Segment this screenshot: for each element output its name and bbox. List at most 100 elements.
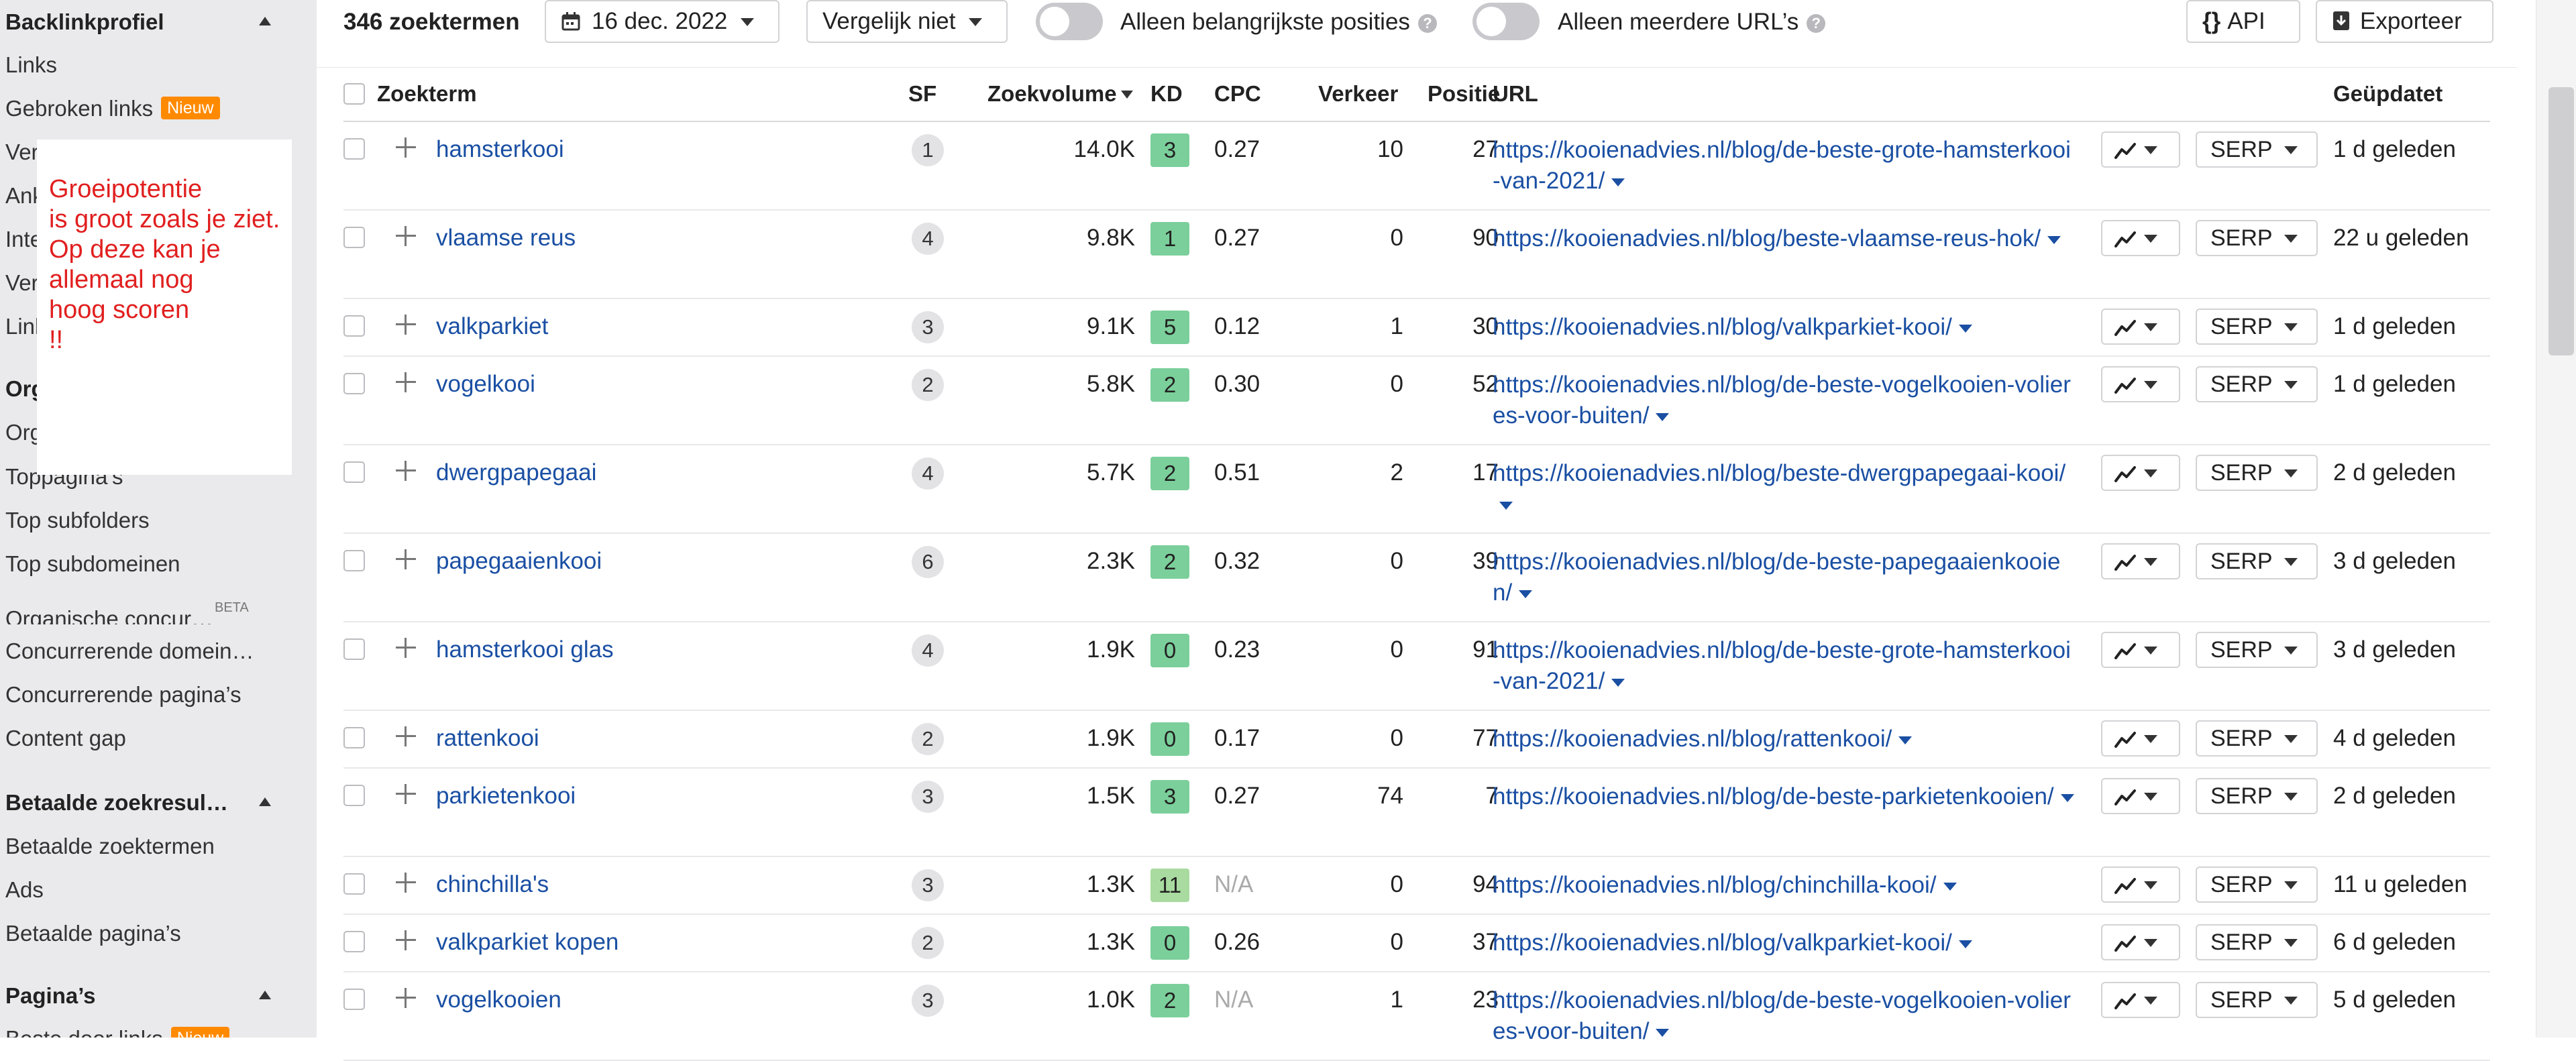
sidebar-item[interactable]: Gebroken links Nieuw	[5, 92, 274, 125]
main-positions-toggle[interactable]	[1036, 3, 1103, 40]
position-history-button[interactable]	[2101, 924, 2180, 960]
header-sf[interactable]: SF	[908, 67, 936, 121]
serp-button[interactable]: SERP	[2196, 220, 2318, 256]
chevron-down-icon[interactable]	[2060, 794, 2074, 802]
sf-count-badge[interactable]: 6	[912, 546, 944, 578]
serp-button[interactable]: SERP	[2196, 778, 2318, 814]
serp-button[interactable]: SERP	[2196, 982, 2318, 1018]
sf-count-badge[interactable]: 2	[912, 369, 944, 401]
url-link[interactable]: https://kooienadvies.nl/blog/de-beste-vo…	[1493, 987, 2071, 1044]
position-history-button[interactable]	[2101, 982, 2180, 1018]
multiple-urls-toggle[interactable]	[1472, 3, 1540, 40]
url-link[interactable]: https://kooienadvies.nl/blog/beste-vlaam…	[1493, 225, 2041, 252]
keyword-link[interactable]: hamsterkooi	[436, 122, 564, 177]
add-to-list-icon[interactable]	[394, 724, 418, 748]
sidebar-section-title[interactable]: Betaalde zoekresul…	[5, 786, 274, 820]
url-link[interactable]: https://kooienadvies.nl/blog/rattenkooi/	[1493, 726, 1892, 752]
chevron-down-icon[interactable]	[1611, 679, 1625, 687]
keyword-link[interactable]: chinchilla's	[436, 857, 549, 912]
header-url[interactable]: URL	[1493, 67, 1538, 121]
header-cpc[interactable]: CPC	[1214, 67, 1261, 121]
row-checkbox[interactable]	[343, 638, 365, 660]
add-to-list-icon[interactable]	[394, 928, 418, 952]
sidebar-item[interactable]: Organische concur… BETA	[5, 591, 274, 624]
add-to-list-icon[interactable]	[394, 986, 418, 1010]
row-checkbox[interactable]	[343, 873, 365, 895]
keyword-link[interactable]: papegaaienkooi	[436, 534, 602, 589]
help-icon[interactable]: ?	[1417, 14, 1437, 33]
sf-count-badge[interactable]: 2	[912, 927, 944, 959]
sf-count-badge[interactable]: 3	[912, 985, 944, 1017]
header-volume-wrap[interactable]: Zoekvolume	[987, 67, 1133, 121]
url-link[interactable]: https://kooienadvies.nl/blog/valkparkiet…	[1493, 314, 1952, 340]
sidebar-item[interactable]: Betaalde pagina’s	[5, 917, 274, 950]
sf-count-badge[interactable]: 3	[912, 869, 944, 901]
sf-count-badge[interactable]: 4	[912, 634, 944, 667]
keyword-link[interactable]: vogelkooi	[436, 357, 535, 412]
header-kd[interactable]: KD	[1150, 67, 1183, 121]
sidebar-item[interactable]: Betaalde zoektermen	[5, 830, 274, 863]
sidebar-item[interactable]: Beste door links Nieuw	[5, 1022, 274, 1038]
add-to-list-icon[interactable]	[394, 459, 418, 483]
chevron-down-icon[interactable]	[2047, 236, 2061, 244]
keyword-link[interactable]: vogelkooien	[436, 972, 561, 1027]
header-position[interactable]: Positie	[1428, 67, 1500, 121]
row-checkbox[interactable]	[343, 373, 365, 394]
add-to-list-icon[interactable]	[394, 871, 418, 895]
serp-button[interactable]: SERP	[2196, 924, 2318, 960]
api-button[interactable]: {} API	[2186, 0, 2300, 43]
position-history-button[interactable]	[2101, 309, 2180, 345]
keyword-link[interactable]: valkparkiet	[436, 299, 548, 354]
chevron-down-icon[interactable]	[1611, 178, 1625, 186]
row-checkbox[interactable]	[343, 785, 365, 806]
header-updated[interactable]: Geüpdatet	[2333, 67, 2443, 121]
serp-button[interactable]: SERP	[2196, 543, 2318, 579]
keyword-link[interactable]: vlaamse reus	[436, 211, 576, 266]
url-link[interactable]: https://kooienadvies.nl/blog/de-beste-vo…	[1493, 372, 2071, 429]
sidebar-item[interactable]: Content gap	[5, 722, 274, 755]
row-checkbox[interactable]	[343, 315, 365, 337]
collapse-icon[interactable]	[259, 797, 271, 806]
sidebar-section-title[interactable]: Backlinkprofiel	[5, 5, 274, 39]
position-history-button[interactable]	[2101, 867, 2180, 903]
sidebar-item[interactable]: Concurrerende pagina’s	[5, 678, 274, 712]
compare-dropdown[interactable]: Vergelijk niet	[806, 0, 1008, 43]
sidebar-item[interactable]: Top subdomeinen	[5, 547, 274, 581]
sf-count-badge[interactable]: 2	[912, 723, 944, 755]
chevron-down-icon[interactable]	[1656, 1029, 1670, 1037]
sidebar-item[interactable]: Top subfolders	[5, 504, 274, 537]
export-button[interactable]: Exporteer	[2316, 0, 2493, 43]
url-link[interactable]: https://kooienadvies.nl/blog/de-beste-pa…	[1493, 783, 2054, 809]
header-traffic[interactable]: Verkeer	[1318, 67, 1398, 121]
sidebar-item[interactable]: Ads	[5, 873, 274, 907]
url-link[interactable]: https://kooienadvies.nl/blog/chinchilla-…	[1493, 872, 1937, 898]
collapse-icon[interactable]	[259, 17, 271, 25]
keyword-link[interactable]: valkparkiet kopen	[436, 915, 619, 970]
serp-button[interactable]: SERP	[2196, 455, 2318, 491]
add-to-list-icon[interactable]	[394, 370, 418, 394]
position-history-button[interactable]	[2101, 543, 2180, 579]
row-checkbox[interactable]	[343, 989, 365, 1010]
position-history-button[interactable]	[2101, 220, 2180, 256]
serp-button[interactable]: SERP	[2196, 720, 2318, 757]
serp-button[interactable]: SERP	[2196, 366, 2318, 402]
serp-button[interactable]: SERP	[2196, 632, 2318, 668]
url-link[interactable]: https://kooienadvies.nl/blog/de-beste-gr…	[1493, 637, 2071, 694]
add-to-list-icon[interactable]	[394, 224, 418, 248]
sf-count-badge[interactable]: 4	[912, 223, 944, 255]
url-link[interactable]: https://kooienadvies.nl/blog/de-beste-pa…	[1493, 549, 2060, 606]
row-checkbox[interactable]	[343, 227, 365, 248]
keyword-link[interactable]: rattenkooi	[436, 711, 539, 766]
sidebar-section-title[interactable]: Pagina’s	[5, 979, 274, 1013]
url-link[interactable]: https://kooienadvies.nl/blog/de-beste-gr…	[1493, 137, 2071, 194]
keyword-link[interactable]: dwergpapegaai	[436, 445, 596, 500]
add-to-list-icon[interactable]	[394, 313, 418, 337]
collapse-icon[interactable]	[259, 991, 271, 999]
row-checkbox[interactable]	[343, 138, 365, 160]
add-to-list-icon[interactable]	[394, 782, 418, 806]
sidebar-item[interactable]: Links	[5, 48, 274, 82]
sf-count-badge[interactable]: 4	[912, 457, 944, 490]
chevron-down-icon[interactable]	[1898, 736, 1913, 744]
keyword-link[interactable]: hamsterkooi glas	[436, 622, 614, 677]
row-checkbox[interactable]	[343, 550, 365, 571]
